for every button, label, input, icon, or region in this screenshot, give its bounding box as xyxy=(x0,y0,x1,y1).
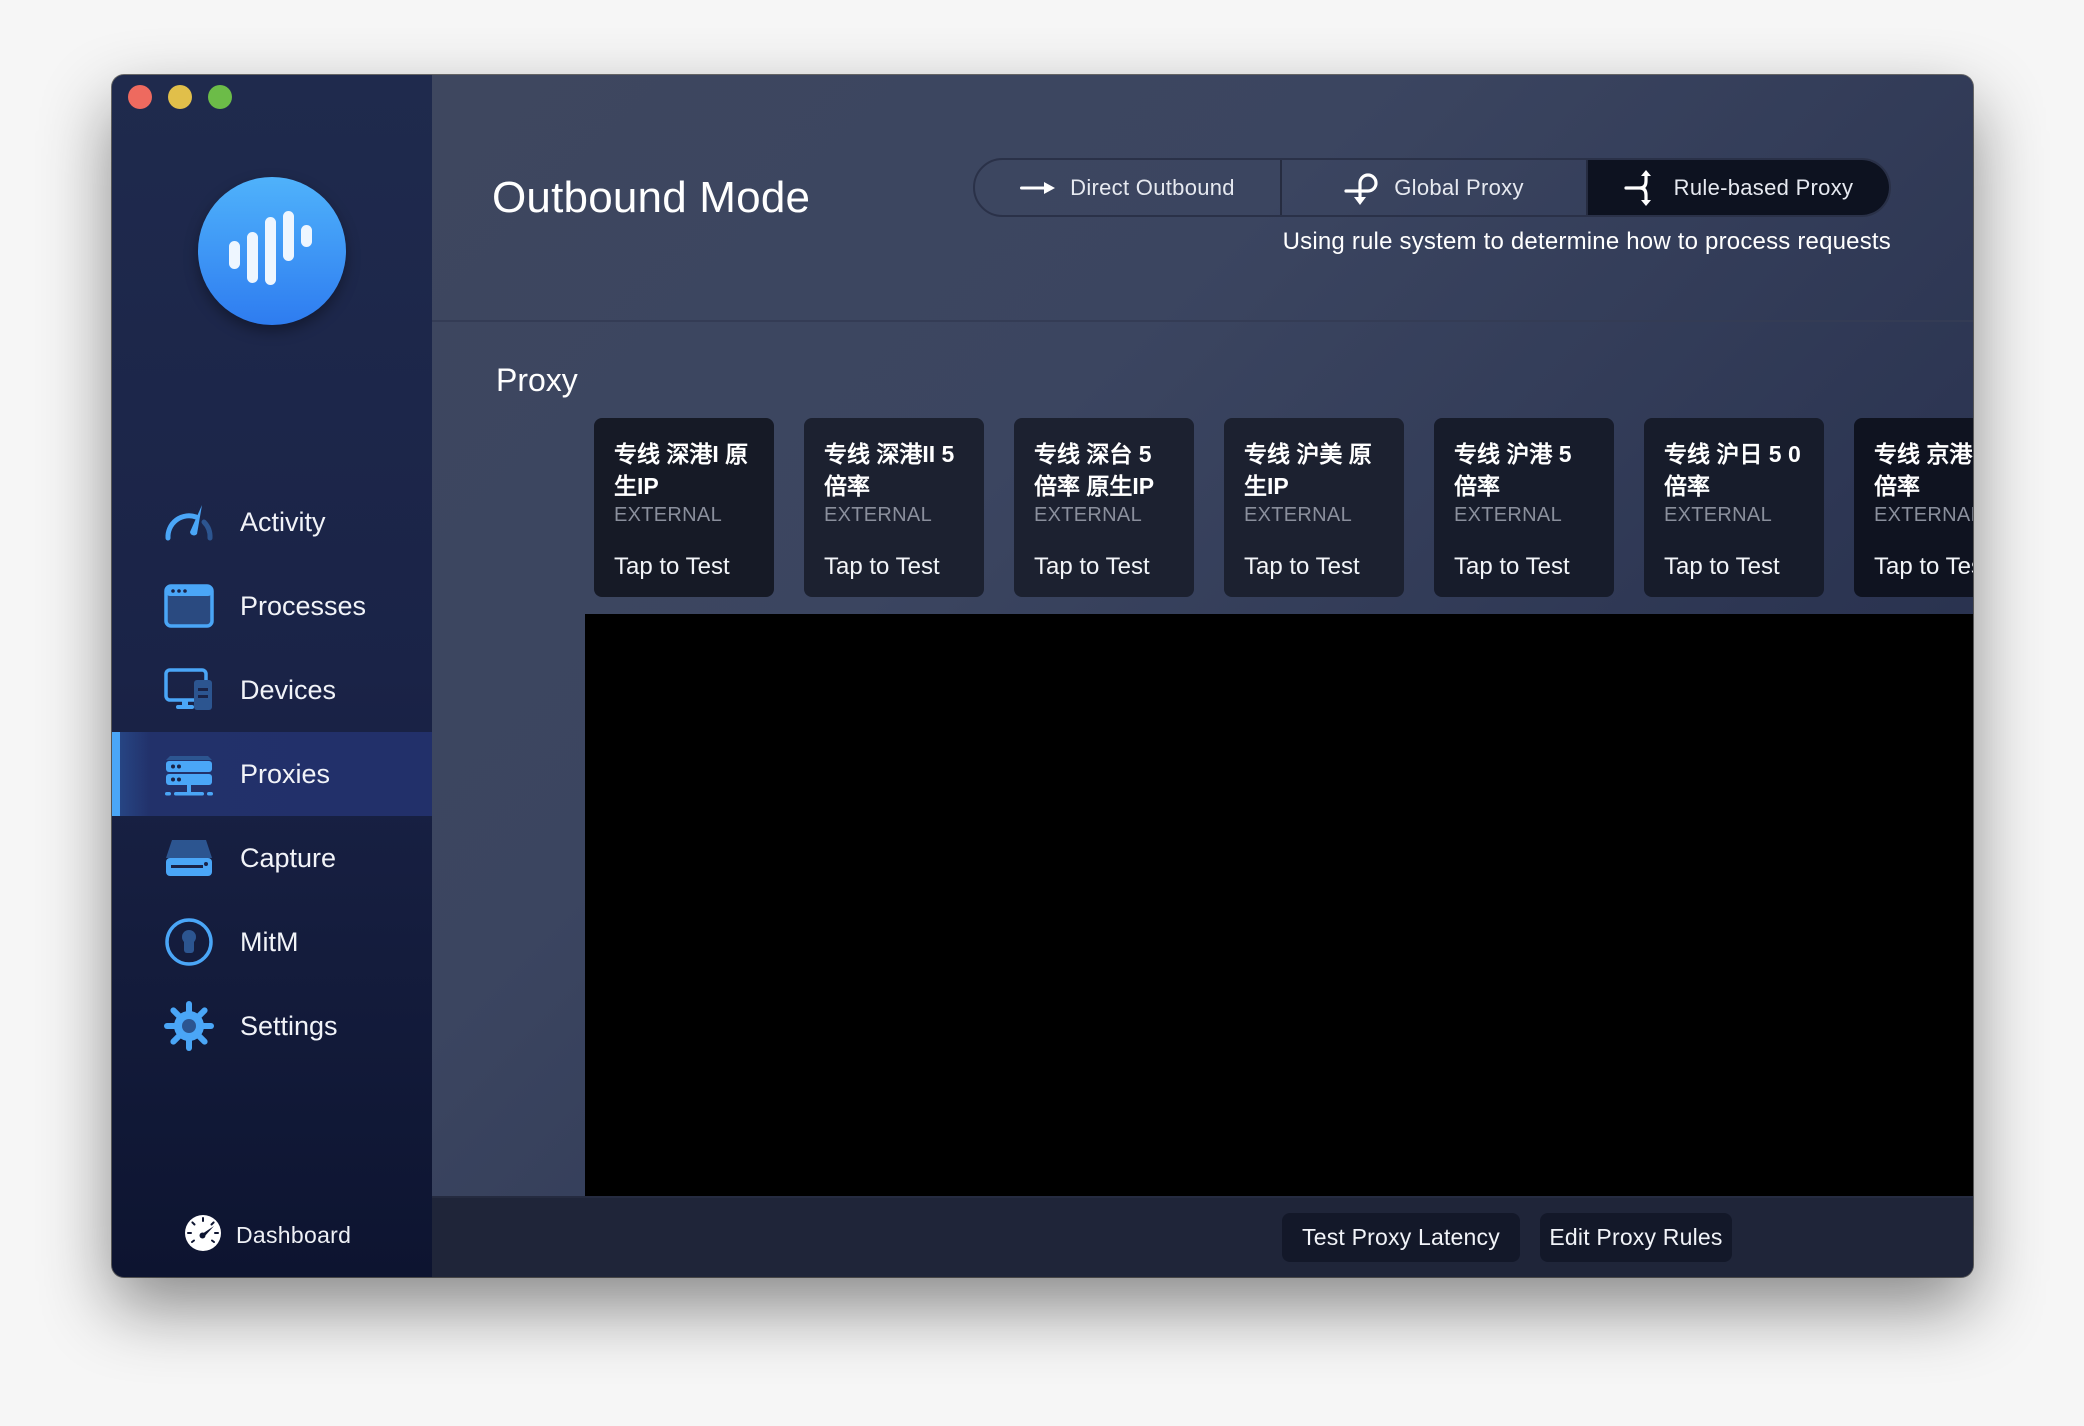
main-content: Outbound Mode Direct Outbound Global Pro… xyxy=(432,75,1973,1277)
proxy-card[interactable]: 专线 深港I 原生IP EXTERNAL Tap to Test xyxy=(594,418,774,597)
tap-to-test-label[interactable]: Tap to Test xyxy=(1874,553,1973,581)
tap-to-test-label[interactable]: Tap to Test xyxy=(1664,553,1780,581)
proxy-type: EXTERNAL xyxy=(1874,504,1973,526)
proxy-type: EXTERNAL xyxy=(614,504,722,526)
mode-label: Global Proxy xyxy=(1394,174,1524,200)
mode-global-proxy[interactable]: Global Proxy xyxy=(1280,160,1586,215)
sidebar-item-proxies[interactable]: Proxies xyxy=(112,732,432,816)
sidebar: Activity Processes Devices Proxies Captu… xyxy=(112,75,432,1277)
app-window: Activity Processes Devices Proxies Captu… xyxy=(112,75,1973,1277)
keyhole-icon xyxy=(164,917,214,967)
dashboard-button[interactable]: Dashboard xyxy=(184,1214,352,1257)
outbound-mode-header: Outbound Mode Direct Outbound Global Pro… xyxy=(432,75,1973,322)
proxy-name: 专线 沪美 原 生IP xyxy=(1244,441,1372,499)
maximize-window-button[interactable] xyxy=(208,85,232,109)
proxy-type: EXTERNAL xyxy=(824,504,932,526)
footer-bar: Test Proxy Latency Edit Proxy Rules xyxy=(432,1196,1973,1277)
tap-to-test-label[interactable]: Tap to Test xyxy=(824,553,940,581)
proxy-card[interactable]: 专线 深台 5 倍率 原生IP EXTERNAL Tap to Test xyxy=(1014,418,1194,597)
rules-log-panel xyxy=(585,614,1973,1198)
loop-arrow-icon xyxy=(1344,172,1378,205)
proxy-name: 专线 深港I 原生IP xyxy=(614,441,749,499)
sidebar-item-label: Capture xyxy=(240,842,337,873)
sidebar-item-processes[interactable]: Processes xyxy=(112,564,432,648)
tap-to-test-label[interactable]: Tap to Test xyxy=(1034,553,1150,581)
speedometer-icon xyxy=(164,497,214,547)
outbound-mode-selector: Direct Outbound Global Proxy Rule-based … xyxy=(973,158,1891,217)
proxy-name: 专线 沪日 5 0倍率 xyxy=(1664,441,1801,499)
proxy-card[interactable]: 专线 深港II 5倍率 EXTERNAL Tap to Test xyxy=(804,418,984,597)
proxy-card[interactable]: 专线 沪港 5 倍率 EXTERNAL Tap to Test xyxy=(1434,418,1614,597)
minimize-window-button[interactable] xyxy=(168,85,192,109)
sidebar-item-mitm[interactable]: MitM xyxy=(112,900,432,984)
proxy-card[interactable]: 专线 京港 5 倍率 EXTERNAL Tap to Test xyxy=(1854,418,1973,597)
page-title: Outbound Mode xyxy=(492,173,811,222)
proxy-type: EXTERNAL xyxy=(1034,504,1142,526)
proxy-type: EXTERNAL xyxy=(1664,504,1772,526)
tap-to-test-label[interactable]: Tap to Test xyxy=(614,553,730,581)
test-proxy-latency-button[interactable]: Test Proxy Latency xyxy=(1282,1213,1520,1262)
sidebar-item-label: MitM xyxy=(240,926,299,957)
sidebar-item-settings[interactable]: Settings xyxy=(112,984,432,1068)
tap-to-test-label[interactable]: Tap to Test xyxy=(1454,553,1570,581)
dashboard-label: Dashboard xyxy=(236,1221,352,1248)
mode-rule-based-proxy[interactable]: Rule-based Proxy xyxy=(1586,160,1889,215)
server-icon xyxy=(164,749,214,799)
proxy-card-list: 专线 深港I 原生IP EXTERNAL Tap to Test 专线 深港II… xyxy=(594,418,1973,597)
arrow-right-icon xyxy=(1020,181,1056,194)
sidebar-item-capture[interactable]: Capture xyxy=(112,816,432,900)
window-controls xyxy=(128,85,232,109)
proxy-type: EXTERNAL xyxy=(1454,504,1562,526)
proxy-name: 专线 沪港 5 倍率 xyxy=(1454,441,1572,499)
fork-arrow-icon xyxy=(1624,169,1651,206)
sidebar-item-label: Settings xyxy=(240,1010,338,1041)
proxy-name: 专线 深台 5 倍率 原生IP xyxy=(1034,441,1155,499)
drive-icon xyxy=(164,833,214,883)
proxy-name: 专线 深港II 5倍率 xyxy=(824,441,955,499)
devices-icon xyxy=(164,665,214,715)
sidebar-item-label: Processes xyxy=(240,590,367,621)
close-window-button[interactable] xyxy=(128,85,152,109)
proxy-section-title: Proxy xyxy=(496,362,578,398)
window-icon xyxy=(164,581,214,631)
proxy-type: EXTERNAL xyxy=(1244,504,1352,526)
edit-proxy-rules-button[interactable]: Edit Proxy Rules xyxy=(1540,1213,1732,1262)
mode-label: Rule-based Proxy xyxy=(1673,174,1854,200)
mode-description: Using rule system to determine how to pr… xyxy=(1282,228,1891,255)
mode-label: Direct Outbound xyxy=(1070,174,1235,200)
proxy-card[interactable]: 专线 沪日 5 0倍率 EXTERNAL Tap to Test xyxy=(1644,418,1824,597)
tap-to-test-label[interactable]: Tap to Test xyxy=(1244,553,1360,581)
sidebar-item-activity[interactable]: Activity xyxy=(112,480,432,564)
proxy-card[interactable]: 专线 沪美 原 生IP EXTERNAL Tap to Test xyxy=(1224,418,1404,597)
mode-direct-outbound[interactable]: Direct Outbound xyxy=(975,160,1280,215)
sidebar-nav: Activity Processes Devices Proxies Captu… xyxy=(112,480,432,1068)
sidebar-item-label: Devices xyxy=(240,674,337,705)
dashboard-gauge-icon xyxy=(184,1214,222,1257)
sidebar-item-label: Proxies xyxy=(240,758,331,789)
gear-icon xyxy=(164,1001,214,1051)
proxy-name: 专线 京港 5 倍率 xyxy=(1874,441,1973,499)
app-logo-icon xyxy=(198,177,346,325)
sidebar-item-devices[interactable]: Devices xyxy=(112,648,432,732)
sidebar-item-label: Activity xyxy=(240,506,326,537)
